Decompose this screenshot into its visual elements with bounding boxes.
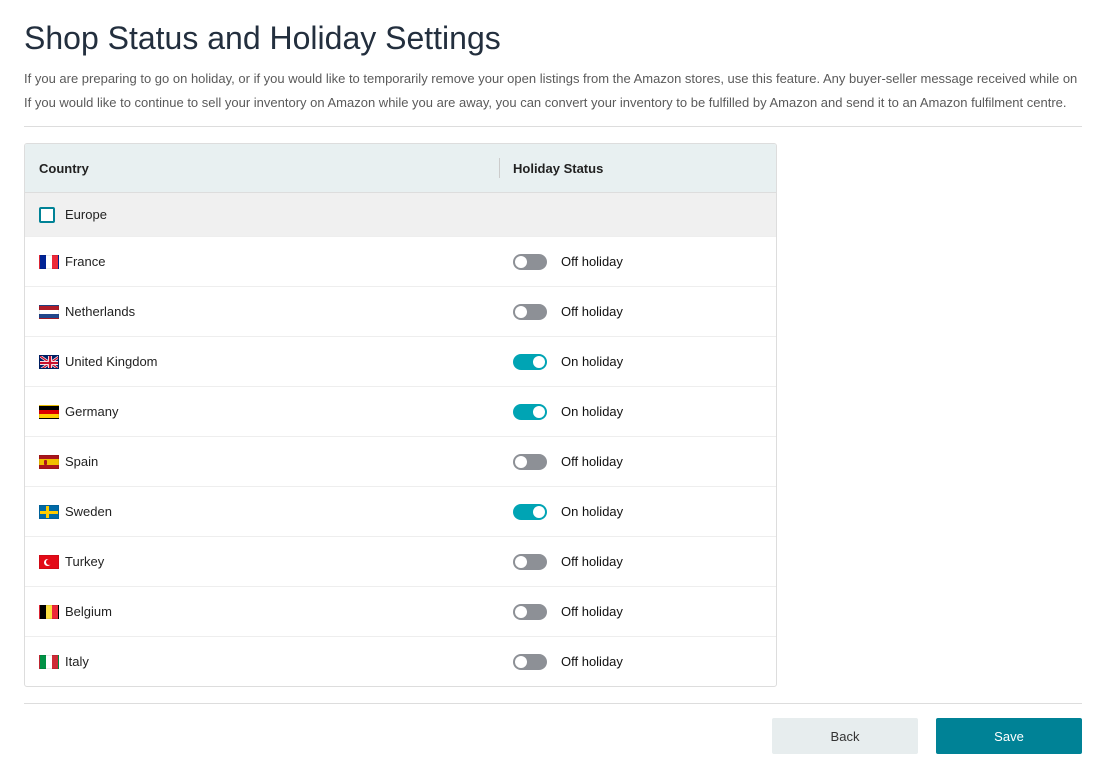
es-flag-icon (39, 455, 59, 469)
holiday-status-text: On holiday (561, 404, 623, 419)
holiday-status-text: Off holiday (561, 454, 623, 469)
save-button[interactable]: Save (936, 718, 1082, 754)
region-label: Europe (65, 207, 107, 222)
uk-flag-icon (39, 355, 59, 369)
holiday-toggle[interactable] (513, 254, 547, 270)
table-row: United Kingdom On holiday (25, 336, 776, 386)
table-row: Sweden On holiday (25, 486, 776, 536)
divider (24, 126, 1082, 127)
holiday-toggle[interactable] (513, 454, 547, 470)
holiday-status-text: Off holiday (561, 604, 623, 619)
header-status: Holiday Status (485, 161, 776, 176)
nl-flag-icon (39, 305, 59, 319)
footer-actions: Back Save (24, 718, 1082, 754)
holiday-toggle[interactable] (513, 554, 547, 570)
table-row: France Off holiday (25, 236, 776, 286)
be-flag-icon (39, 605, 59, 619)
table-row: Belgium Off holiday (25, 586, 776, 636)
country-name: Spain (65, 454, 98, 469)
holiday-toggle[interactable] (513, 354, 547, 370)
se-flag-icon (39, 505, 59, 519)
country-name: Germany (65, 404, 118, 419)
table-header: Country Holiday Status (25, 144, 776, 192)
region-row-europe: Europe (25, 192, 776, 236)
country-name: Belgium (65, 604, 112, 619)
intro-text-1: If you are preparing to go on holiday, o… (24, 69, 1082, 89)
holiday-toggle[interactable] (513, 604, 547, 620)
holiday-toggle[interactable] (513, 304, 547, 320)
back-button[interactable]: Back (772, 718, 918, 754)
region-checkbox[interactable] (39, 207, 55, 223)
table-row: Netherlands Off holiday (25, 286, 776, 336)
holiday-settings-table: Country Holiday Status Europe France Off … (24, 143, 777, 687)
page-title: Shop Status and Holiday Settings (24, 20, 1082, 57)
table-row: Turkey Off holiday (25, 536, 776, 586)
country-name: United Kingdom (65, 354, 158, 369)
country-name: Sweden (65, 504, 112, 519)
table-row: Spain Off holiday (25, 436, 776, 486)
holiday-toggle[interactable] (513, 504, 547, 520)
holiday-status-text: Off holiday (561, 654, 623, 669)
country-name: Italy (65, 654, 89, 669)
holiday-status-text: On holiday (561, 504, 623, 519)
country-name: Netherlands (65, 304, 135, 319)
intro-text-2: If you would like to continue to sell yo… (24, 93, 1082, 113)
holiday-status-text: Off holiday (561, 304, 623, 319)
table-row: Germany On holiday (25, 386, 776, 436)
country-name: Turkey (65, 554, 104, 569)
de-flag-icon (39, 405, 59, 419)
holiday-status-text: Off holiday (561, 254, 623, 269)
holiday-status-text: On holiday (561, 354, 623, 369)
table-row: Italy Off holiday (25, 636, 776, 686)
tr-flag-icon (39, 555, 59, 569)
holiday-status-text: Off holiday (561, 554, 623, 569)
header-country: Country (25, 161, 485, 176)
holiday-toggle[interactable] (513, 404, 547, 420)
holiday-toggle[interactable] (513, 654, 547, 670)
country-name: France (65, 254, 105, 269)
footer-divider (24, 703, 1082, 704)
it-flag-icon (39, 655, 59, 669)
fr-flag-icon (39, 255, 59, 269)
